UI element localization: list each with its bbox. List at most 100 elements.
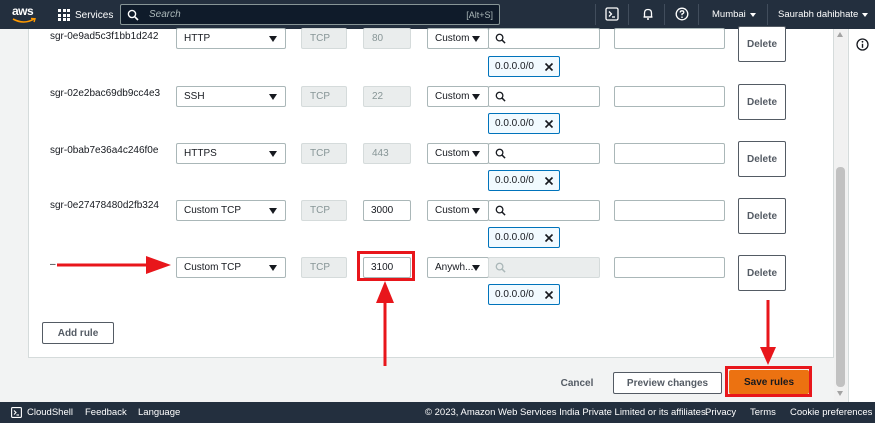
rule-type-select[interactable]: Custom TCP [176, 257, 286, 278]
aws-smile-icon [12, 17, 36, 23]
close-icon[interactable] [544, 233, 554, 243]
account-menu[interactable]: Saurabh dahibhate [778, 9, 869, 20]
annotation-highlight-port [357, 251, 415, 281]
source-type-value: Anywh... [435, 262, 474, 273]
footer-language-link[interactable]: Language [138, 407, 180, 418]
caret-down-icon [269, 151, 277, 157]
close-icon[interactable] [544, 119, 554, 129]
protocol-field: TCP [301, 143, 347, 164]
chevron-down-icon [862, 12, 869, 17]
delete-rule-button[interactable]: Delete [738, 141, 786, 177]
cidr-token: 0.0.0.0/0 [488, 113, 560, 134]
search-bar[interactable]: [Alt+S] [120, 4, 500, 25]
rule-type-value: HTTPS [184, 148, 217, 159]
footer-copyright: © 2023, Amazon Web Services India Privat… [425, 407, 709, 418]
source-cidr-search[interactable] [488, 200, 600, 221]
rule-type-select[interactable]: HTTPS [176, 143, 286, 164]
port-range-field: 80 [363, 28, 411, 49]
security-group-rule-id: sgr-0e9ad5c3f1bb1d242 [50, 31, 159, 42]
grid-icon [58, 9, 70, 21]
source-type-select[interactable]: Custom [427, 143, 489, 164]
source-cidr-search[interactable] [488, 257, 600, 278]
info-icon[interactable] [856, 38, 869, 51]
source-cidr-search[interactable] [488, 143, 600, 164]
port-range-field: 443 [363, 143, 411, 164]
rule-type-select[interactable]: SSH [176, 86, 286, 107]
source-type-select[interactable]: Custom [427, 28, 489, 49]
scroll-down-arrow-icon[interactable] [837, 391, 843, 396]
source-type-value: Custom [435, 33, 470, 44]
delete-rule-button[interactable]: Delete [738, 26, 786, 62]
scrollbar-thumb[interactable] [836, 167, 845, 387]
search-input[interactable] [149, 9, 467, 20]
help-icon[interactable] [675, 7, 689, 21]
description-input[interactable] [614, 28, 725, 49]
nav-divider [595, 4, 596, 25]
cidr-token-value: 0.0.0.0/0 [495, 175, 534, 186]
cidr-token: 0.0.0.0/0 [488, 227, 560, 248]
nav-divider [664, 4, 665, 25]
rule-type-value: HTTP [184, 33, 211, 44]
bell-icon[interactable] [641, 7, 655, 21]
source-cidr-search[interactable] [488, 28, 600, 49]
rule-type-value: Custom TCP [184, 262, 242, 273]
delete-rule-button[interactable]: Delete [738, 84, 786, 120]
caret-down-icon [269, 36, 277, 42]
top-navigation: aws Services [Alt+S] Mumb [0, 0, 875, 29]
security-group-rule-id: – [50, 259, 56, 270]
rule-type-select[interactable]: Custom TCP [176, 200, 286, 221]
description-input[interactable] [614, 200, 725, 221]
delete-rule-button[interactable]: Delete [738, 255, 786, 291]
inbound-rule-row-new: – Custom TCP TCP 3100 Anywh... 0.0.0.0/0… [29, 255, 835, 315]
cancel-button[interactable]: Cancel [549, 373, 605, 393]
aws-logo[interactable]: aws [12, 4, 38, 25]
add-rule-button[interactable]: Add rule [42, 322, 114, 344]
page-scrollbar[interactable] [834, 29, 847, 402]
cloudshell-icon[interactable] [11, 407, 22, 418]
source-type-select[interactable]: Anywh... [427, 257, 489, 278]
footer-cookie-preferences-link[interactable]: Cookie preferences [790, 407, 872, 418]
protocol-field: TCP [301, 257, 347, 278]
caret-down-icon [472, 151, 480, 157]
help-panel-rail [848, 29, 875, 402]
rule-type-value: SSH [184, 91, 205, 102]
source-cidr-search[interactable] [488, 86, 600, 107]
cloudshell-icon[interactable] [605, 7, 619, 21]
protocol-field: TCP [301, 200, 347, 221]
description-input[interactable] [614, 143, 725, 164]
preview-changes-button[interactable]: Preview changes [613, 372, 722, 394]
cidr-token: 0.0.0.0/0 [488, 170, 560, 191]
footer-privacy-link[interactable]: Privacy [705, 407, 736, 418]
port-range-field: 22 [363, 86, 411, 107]
cidr-token-value: 0.0.0.0/0 [495, 232, 534, 243]
source-type-select[interactable]: Custom [427, 86, 489, 107]
region-selector[interactable]: Mumbai [712, 9, 756, 20]
security-group-rule-id: sgr-0bab7e36a4c246f0e [50, 145, 159, 156]
caret-down-icon [269, 265, 277, 271]
footer-terms-link[interactable]: Terms [750, 407, 776, 418]
inbound-rule-row: sgr-0e27478480d2fb324 Custom TCP TCP 300… [29, 198, 835, 258]
description-input[interactable] [614, 86, 725, 107]
cidr-token-value: 0.0.0.0/0 [495, 118, 534, 129]
description-input[interactable] [614, 257, 725, 278]
footer-cloudshell-link[interactable]: CloudShell [27, 407, 73, 418]
caret-down-icon [472, 94, 480, 100]
services-menu-button[interactable]: Services [58, 6, 113, 24]
cidr-token: 0.0.0.0/0 [488, 56, 560, 77]
inbound-rule-row: sgr-0e9ad5c3f1bb1d242 HTTP TCP 80 Custom… [29, 26, 835, 89]
rule-type-select[interactable]: HTTP [176, 28, 286, 49]
search-icon [127, 9, 139, 21]
close-icon[interactable] [544, 176, 554, 186]
nav-divider [698, 4, 699, 25]
close-icon[interactable] [544, 62, 554, 72]
source-type-value: Custom [435, 148, 470, 159]
close-icon[interactable] [544, 290, 554, 300]
source-type-select[interactable]: Custom [427, 200, 489, 221]
inbound-rule-row: sgr-0bab7e36a4c246f0e HTTPS TCP 443 Cust… [29, 141, 835, 201]
port-range-input[interactable]: 3000 [363, 200, 411, 221]
delete-rule-button[interactable]: Delete [738, 198, 786, 234]
inbound-rules-panel: sgr-0e9ad5c3f1bb1d242 HTTP TCP 80 Custom… [28, 26, 835, 358]
scroll-up-arrow-icon[interactable] [837, 32, 843, 37]
nav-divider [628, 4, 629, 25]
footer-feedback-link[interactable]: Feedback [85, 407, 127, 418]
